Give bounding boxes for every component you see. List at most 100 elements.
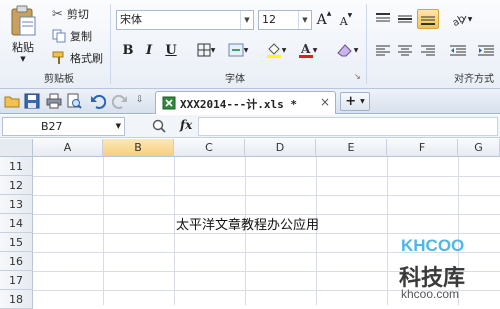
format-painter-icon	[52, 51, 64, 64]
merge-cells-button[interactable]: ▼	[224, 40, 252, 60]
format-painter-button[interactable]: 格式刷	[52, 50, 103, 66]
close-icon[interactable]: ×	[320, 95, 330, 109]
decrease-indent-button[interactable]	[448, 42, 468, 60]
column-header-b[interactable]: B	[103, 139, 174, 157]
align-right-button[interactable]	[419, 42, 437, 60]
chevron-down-icon: ▼	[243, 46, 249, 54]
cell-c14-text[interactable]: 太平洋文章教程办公应用	[176, 214, 319, 233]
column-header-g[interactable]: G	[458, 139, 500, 157]
row-header[interactable]: 11	[0, 157, 33, 176]
formula-input[interactable]	[198, 117, 498, 136]
watermark-logo: KHCOO	[401, 236, 465, 255]
chevron-down-icon: ▼	[281, 46, 287, 54]
tab-bar: ⇩ XXX2014---计.xls * × + ▼	[0, 89, 500, 114]
decrease-indent-icon	[450, 45, 466, 56]
chevron-down-icon: ▼	[210, 46, 216, 54]
grid-line	[103, 157, 104, 305]
save-icon[interactable]	[24, 93, 40, 109]
underline-button[interactable]: U	[164, 40, 178, 60]
row-header[interactable]: 18	[0, 290, 33, 309]
align-left-button[interactable]	[374, 42, 392, 60]
grid-line	[33, 176, 500, 177]
select-all-corner[interactable]	[0, 139, 33, 157]
spreadsheet-file-icon	[162, 96, 176, 110]
column-header-f[interactable]: F	[387, 139, 458, 157]
italic-button[interactable]: I	[142, 40, 156, 60]
name-box[interactable]: B27 ▼	[2, 117, 125, 136]
tab-document[interactable]: XXX2014---计.xls * ×	[155, 91, 336, 114]
font-name-select[interactable]: 宋体 ▼	[116, 10, 254, 30]
formula-bar: B27 ▼ fx	[0, 115, 500, 138]
watermark: KHCOO 科技库 khcoo.com	[393, 232, 498, 304]
grid-line	[387, 157, 388, 305]
open-folder-icon[interactable]	[4, 93, 20, 109]
row-header[interactable]: 12	[0, 176, 33, 195]
orientation-icon: ab	[452, 13, 467, 26]
format-painter-label: 格式刷	[70, 52, 103, 65]
row-header[interactable]: 17	[0, 271, 33, 290]
copy-icon	[52, 29, 66, 43]
chevron-down-icon: ▼	[240, 11, 253, 29]
row-header[interactable]: 16	[0, 252, 33, 271]
font-size-select[interactable]: 12 ▼	[258, 10, 312, 30]
increase-indent-button[interactable]	[476, 42, 496, 60]
copy-button[interactable]: 复制	[52, 28, 92, 44]
cut-label: 剪切	[66, 8, 89, 21]
align-middle-button[interactable]	[396, 10, 414, 28]
dialog-launcher-icon[interactable]: ↘	[354, 72, 361, 81]
bold-button[interactable]: B	[120, 40, 136, 60]
column-header-e[interactable]: E	[316, 139, 387, 157]
plus-icon: +	[345, 94, 357, 109]
grow-font-button[interactable]: A ▲	[316, 10, 332, 30]
underline-icon: U	[165, 42, 177, 58]
font-color-icon: A	[298, 42, 313, 58]
fill-color-button[interactable]: ▼	[262, 40, 290, 60]
fill-color-icon	[266, 43, 281, 58]
column-header-c[interactable]: C	[174, 139, 245, 157]
align-center-icon	[398, 45, 412, 56]
align-bottom-icon	[421, 16, 435, 25]
print-icon[interactable]	[46, 93, 62, 109]
chevron-down-icon: ▼	[467, 15, 473, 23]
grid-line	[33, 195, 500, 196]
ribbon: 粘贴 ▼ ✂ 剪切 复制 格式刷 剪贴板 宋体 ▼ 12 ▼ A ▲ A ▼ B…	[0, 0, 500, 89]
clear-format-button[interactable]: ▼	[332, 40, 362, 60]
borders-icon	[197, 43, 211, 57]
customize-toolbar-icon[interactable]: ⇩	[136, 95, 144, 105]
redo-icon[interactable]	[112, 93, 128, 109]
chevron-down-icon: ▼	[353, 46, 359, 54]
align-top-button[interactable]	[374, 10, 392, 28]
scissors-icon: ✂	[52, 6, 63, 22]
increase-indent-icon	[478, 45, 494, 56]
eraser-icon	[336, 44, 352, 57]
row-header[interactable]: 15	[0, 233, 33, 252]
undo-icon[interactable]	[90, 93, 106, 109]
align-bottom-button[interactable]	[417, 9, 439, 29]
align-right-icon	[421, 45, 435, 56]
caret-down-icon: ▼	[347, 12, 353, 19]
borders-button[interactable]: ▼	[192, 40, 220, 60]
chevron-down-icon: ▼	[20, 55, 26, 63]
font-size-value: 12	[262, 13, 276, 26]
row-header[interactable]: 13	[0, 195, 33, 214]
group-divider	[366, 4, 367, 84]
row-header[interactable]: 14	[0, 214, 33, 233]
column-header-a[interactable]: A	[33, 139, 103, 157]
insert-function-icon[interactable]: fx	[180, 118, 192, 132]
new-tab-button[interactable]: + ▼	[340, 92, 370, 111]
orientation-button[interactable]: ab ▼	[448, 10, 476, 28]
align-center-button[interactable]	[396, 42, 414, 60]
print-preview-icon[interactable]	[66, 93, 82, 109]
cut-button[interactable]: ✂ 剪切	[52, 6, 89, 22]
shrink-font-icon: A	[339, 14, 348, 28]
column-header-d[interactable]: D	[245, 139, 316, 157]
zoom-formula-button[interactable]	[152, 119, 168, 135]
magnifier-icon	[152, 119, 166, 133]
paste-button[interactable]: 粘贴 ▼	[6, 4, 40, 64]
document-tab-label: XXX2014---计.xls *	[180, 98, 297, 111]
font-color-button[interactable]: A ▼	[294, 40, 322, 60]
group-divider	[110, 4, 111, 84]
font-group-label: 字体	[225, 74, 245, 85]
shrink-font-button[interactable]: A ▼	[338, 12, 354, 30]
caret-up-icon: ▲	[326, 10, 332, 17]
